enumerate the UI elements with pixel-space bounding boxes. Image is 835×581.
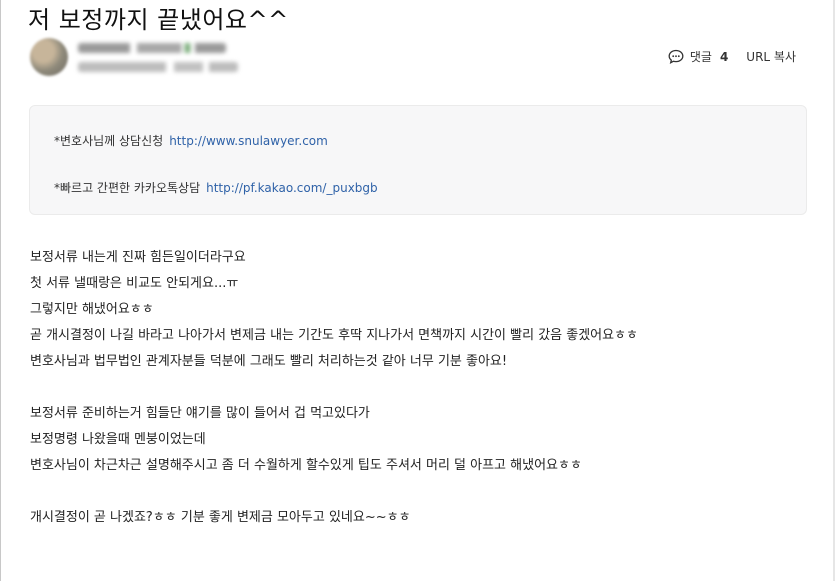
comment-label: 댓글	[689, 50, 712, 64]
body-line: 보정명령 나왔을때 멘붕이었는데	[30, 432, 206, 447]
body-line: 그렇지만 해냈어요ㅎㅎ	[30, 302, 154, 317]
comment-count: 4	[719, 49, 729, 64]
author-name-blurred[interactable]	[78, 43, 226, 53]
kakao-chat-link[interactable]: http://pf.kakao.com/_puxbgb	[206, 181, 378, 195]
url-copy-button[interactable]: URL 복사	[746, 48, 796, 65]
body-line: 보정서류 내는게 진짜 힘든일이더라구요	[30, 250, 246, 265]
author-avatar[interactable]	[30, 38, 68, 76]
comment-bubble-icon	[668, 49, 684, 64]
left-border	[0, 0, 1, 581]
body-line: 변호사님과 법무법인 관계자분들 덕분에 그래도 빨리 처리하는것 같아 너무 …	[30, 354, 508, 369]
post-title: 저 보정까지 끝냈어요^^	[28, 6, 289, 34]
lawyer-website-link[interactable]: http://www.snulawyer.com	[169, 134, 328, 148]
post-actions: 댓글 4 URL 복사	[668, 48, 796, 65]
consult-kakao-text: *빠르고 간편한 카카오톡상담	[54, 181, 201, 195]
consult-lawyer-text: *변호사님께 상담신청	[54, 134, 164, 148]
consult-line-lawyer: *변호사님께 상담신청 http://www.snulawyer.com	[54, 132, 328, 149]
body-line: 보정서류 준비하는거 힘들단 얘기를 많이 들어서 겁 먹고있다가	[30, 406, 370, 421]
consult-line-kakao: *빠르고 간편한 카카오톡상담 http://pf.kakao.com/_puxb…	[54, 179, 378, 196]
consultation-box: *변호사님께 상담신청 http://www.snulawyer.com *빠르고…	[29, 105, 807, 215]
post-body: 보정서류 내는게 진짜 힘든일이더라구요 첫 서류 낼때랑은 비교도 안되게요.…	[30, 249, 638, 535]
author-row: 댓글 4 URL 복사	[28, 38, 808, 80]
body-line: 변호사님이 차근차근 설명해주시고 좀 더 수월하게 할수있게 팁도 주셔서 머…	[30, 458, 582, 473]
post-date-blurred	[78, 62, 238, 72]
body-line: 첫 서류 낼때랑은 비교도 안되게요...ㅠ	[30, 276, 239, 291]
body-line: 개시결정이 곧 나겠죠?ㅎㅎ 기분 좋게 변제금 모아두고 있네요~~ㅎㅎ	[30, 510, 411, 525]
comment-button[interactable]: 댓글 4	[668, 48, 728, 65]
body-line: 곧 개시결정이 나길 바라고 나아가서 변제금 내는 기간도 후딱 지나가서 면…	[30, 328, 639, 343]
